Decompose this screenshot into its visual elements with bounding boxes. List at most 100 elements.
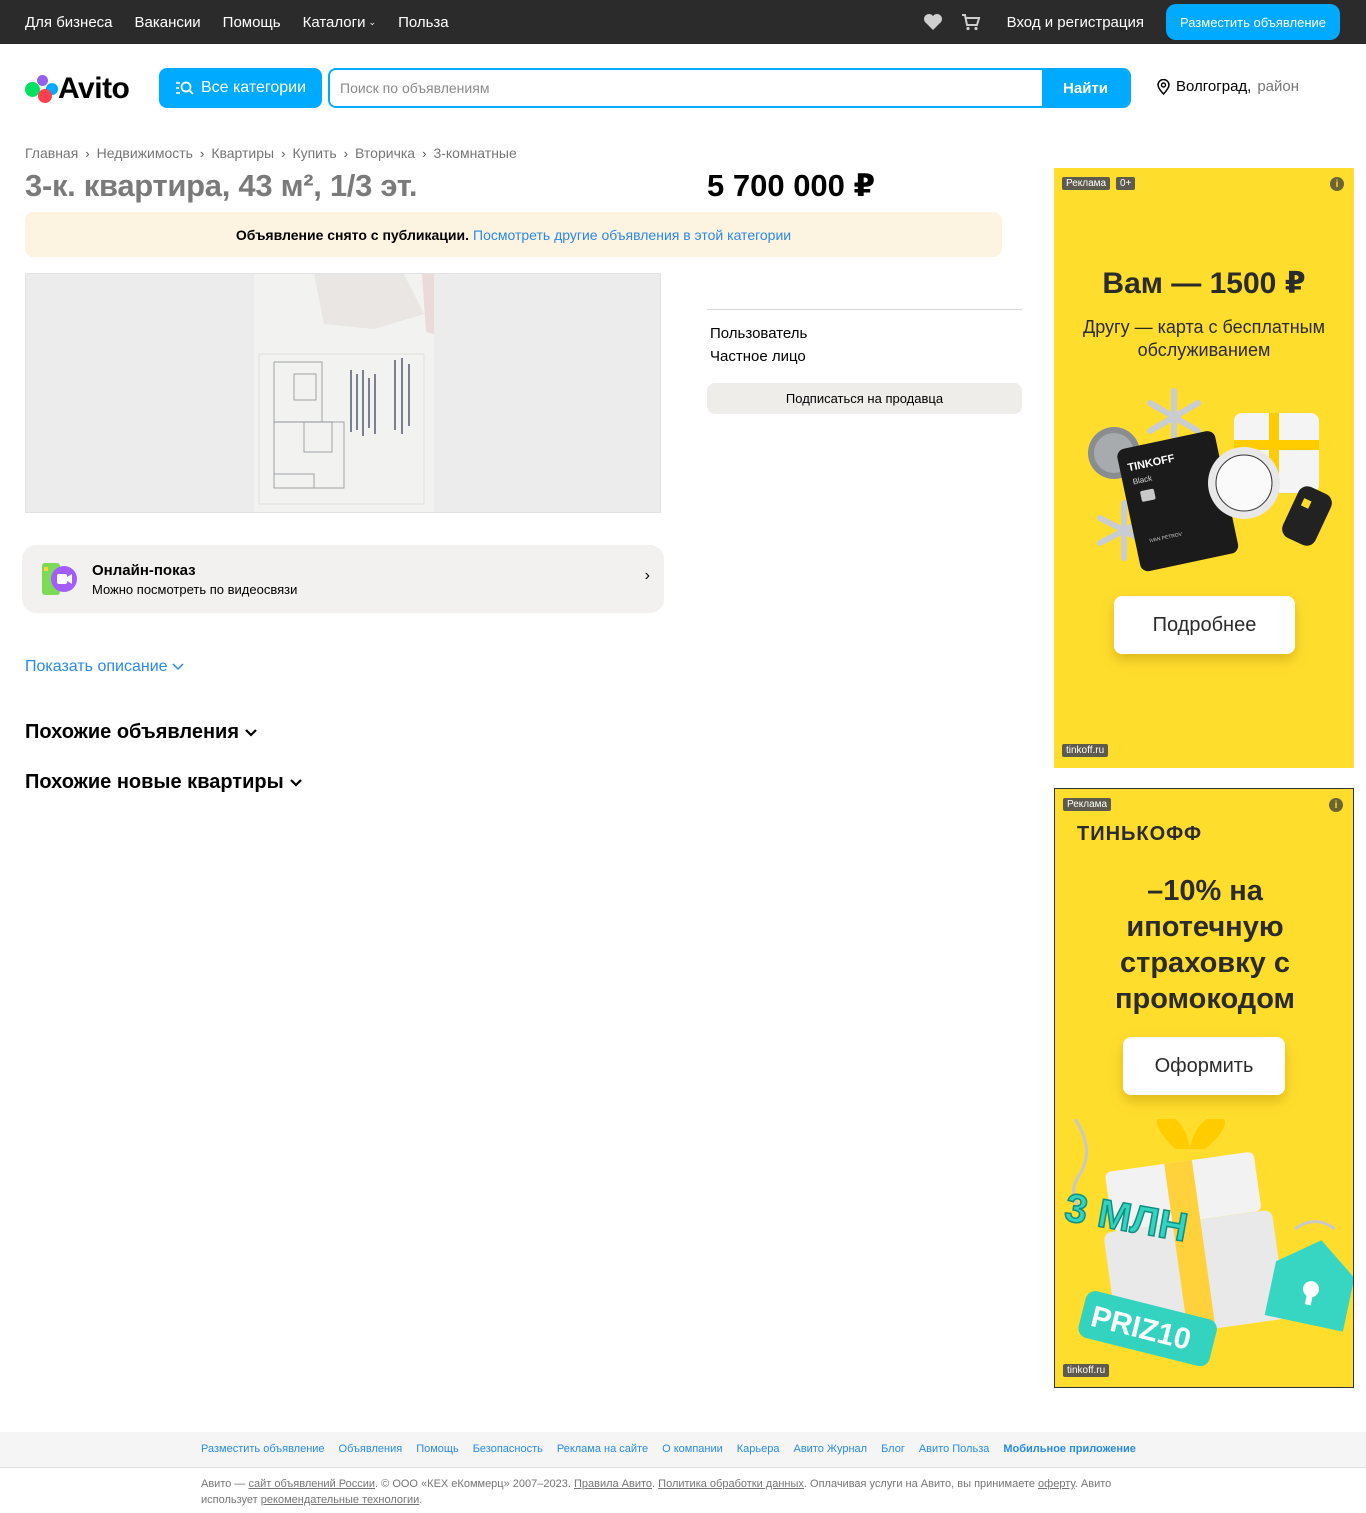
ad-label: Реклама (1062, 177, 1111, 190)
post-ad-button[interactable]: Разместить объявление (1165, 4, 1340, 40)
chevron-down-icon (172, 663, 184, 671)
notice-text: Объявление снято с публикации. (235, 226, 469, 243)
info-icon[interactable]: i (1329, 798, 1343, 812)
floor-plan-photo[interactable] (254, 274, 434, 512)
location-pin-icon (1157, 78, 1170, 95)
breadcrumb-item[interactable]: Вторичка (355, 145, 415, 161)
chevron-down-icon (245, 728, 257, 737)
online-show-title: Онлайн-показ (92, 561, 196, 579)
similar-new-label: Похожие новые квартиры (25, 771, 284, 793)
copyright-part: . © ООО «КЕХ еКоммерц» 2007–2023. (375, 1478, 574, 1490)
footer-link[interactable]: Безопасность (473, 1443, 543, 1455)
nav-catalogs-label: Каталоги (302, 13, 366, 31)
similar-new-toggle[interactable]: Похожие новые квартиры (25, 771, 302, 794)
location-region: район (1257, 78, 1300, 95)
login-link[interactable]: Вход и регистрация (1007, 14, 1144, 31)
ad-domain[interactable]: tinkoff.ru (1063, 1364, 1110, 1377)
similar-ads-toggle[interactable]: Похожие объявления (25, 721, 257, 744)
age-rating-badge: 0+ (1116, 177, 1136, 190)
cart-icon[interactable] (961, 13, 981, 31)
ad-banner-tinkoff-card[interactable]: Реклама 0+ i Вам — 1500 ₽ Другу — карта … (1054, 168, 1354, 768)
footer-link[interactable]: О компании (662, 1443, 723, 1455)
show-description-link[interactable]: Показать описание (25, 658, 184, 676)
notice-link[interactable]: Посмотреть другие объявления в этой кате… (473, 227, 791, 243)
footer-link[interactable]: Карьера (737, 1443, 780, 1455)
copyright-link[interactable]: сайт объявлений России (248, 1478, 375, 1490)
search-button[interactable]: Найти (1042, 70, 1129, 106)
chevron-right-icon: › (422, 145, 427, 161)
top-bar: Для бизнеса Вакансии Помощь Каталоги ⌄ По… (0, 0, 1366, 44)
listing-title: 3-к. квартира, 43 м², 1/3 эт. (25, 168, 418, 203)
all-categories-button[interactable]: Все категории (159, 68, 322, 108)
breadcrumb: Главная › Недвижимость › Квартиры › Купить ›… (25, 145, 517, 161)
copyright-text: Авито — сайт объявлений России. © ООО «К… (201, 1476, 1141, 1508)
breadcrumb-item[interactable]: Квартиры (211, 145, 274, 161)
info-icon[interactable]: i (1330, 177, 1344, 191)
recommendation-tech-link[interactable]: рекомендательные технологии (261, 1494, 420, 1506)
logo-text: Avito (58, 72, 130, 105)
footer-link-mobile-app[interactable]: Мобильное приложение (1003, 1443, 1136, 1455)
logo-dots-icon (25, 74, 58, 104)
ad-apply-button[interactable]: Оформить (1123, 1037, 1285, 1095)
chevron-right-icon: › (281, 145, 286, 161)
location-selector[interactable]: Волгоград, район (1157, 78, 1299, 95)
show-description-label: Показать описание (25, 658, 168, 675)
footer-link[interactable]: Реклама на сайте (557, 1443, 648, 1455)
copyright-part: . Оплачивая услуги на Авито, вы принимае… (803, 1478, 1039, 1490)
nav-benefit[interactable]: Польза (398, 14, 449, 31)
footer-link[interactable]: Разместить объявление (201, 1443, 325, 1455)
avito-logo[interactable]: Avito (25, 72, 130, 106)
breadcrumb-item[interactable]: Недвижимость (97, 145, 193, 161)
footer-links: Разместить объявление Объявления Помощь … (201, 1443, 1136, 1455)
privacy-link[interactable]: Политика обработки данных (658, 1478, 804, 1490)
online-show-subtitle: Можно посмотреть по видеосвязи (92, 581, 298, 597)
footer-link[interactable]: Блог (881, 1443, 905, 1455)
footer-link[interactable]: Помощь (416, 1443, 459, 1455)
copyright-part: Авито — (201, 1478, 249, 1490)
chevron-down-icon: ⌄ (368, 16, 377, 27)
chevron-right-icon: › (343, 145, 349, 161)
nav-business[interactable]: Для бизнеса (25, 14, 113, 31)
nav-help[interactable]: Помощь (223, 14, 281, 31)
footer-link[interactable]: Объявления (339, 1443, 403, 1455)
photo-gallery[interactable] (25, 273, 661, 513)
all-categories-label: Все категории (200, 79, 307, 96)
listing-price: 5 700 000 ₽ (707, 168, 876, 203)
gift-promo-illustration: 3 МЛН PRIZ10 (1055, 1114, 1353, 1369)
breadcrumb-item[interactable]: Купить (292, 145, 336, 161)
ad-banner-tinkoff-insurance[interactable]: Реклама i ТИНЬКОФФ –10% на ипотечную стр… (1054, 788, 1354, 1388)
video-call-icon (40, 561, 80, 597)
ad-headline: Вам — 1500 ₽ (1102, 267, 1306, 300)
nav-catalogs[interactable]: Каталоги ⌄ (303, 14, 376, 31)
unpublished-notice: Объявление снято с публикации. Посмотрет… (25, 212, 1002, 257)
seller-name[interactable]: Пользователь (710, 325, 807, 342)
heart-icon[interactable] (923, 13, 943, 31)
chevron-right-icon: › (644, 567, 650, 584)
seller-divider (707, 309, 1022, 310)
search-bar: Найти (328, 68, 1131, 108)
search-list-icon (175, 81, 194, 95)
offer-link[interactable]: оферту (1038, 1478, 1075, 1490)
breadcrumb-item[interactable]: Главная (25, 145, 78, 161)
location-city: Волгоград, (1176, 78, 1252, 95)
chevron-right-icon: › (199, 145, 205, 161)
footer-link[interactable]: Авито Польза (919, 1443, 990, 1455)
subscribe-seller-button[interactable]: Подписаться на продавца (707, 383, 1022, 414)
ad-subheadline: Другу — карта с бесплатным обслуживанием (1083, 317, 1325, 360)
rules-link[interactable]: Правила Авито (574, 1478, 652, 1490)
footer-link[interactable]: Авито Журнал (794, 1443, 868, 1455)
ad-domain[interactable]: tinkoff.ru (1062, 744, 1109, 757)
breadcrumb-item[interactable]: 3-комнатные (433, 145, 516, 161)
top-nav: Для бизнеса Вакансии Помощь Каталоги ⌄ По… (25, 0, 449, 44)
tinkoff-card-illustration: TINKOFF Black IVAN PETROV (1084, 383, 1334, 573)
ad-more-button[interactable]: Подробнее (1114, 596, 1295, 654)
similar-ads-label: Похожие объявления (25, 721, 240, 743)
chevron-right-icon: › (85, 145, 90, 161)
online-show-card[interactable]: Онлайн-показ Можно посмотреть по видеосв… (22, 545, 664, 613)
chevron-down-icon (289, 778, 302, 787)
search-input[interactable] (330, 70, 1042, 106)
ad-headline: –10% на ипотечную страховку с промокодом (1114, 875, 1295, 1015)
ad-label: Реклама (1063, 798, 1112, 811)
seller-type: Частное лицо (710, 348, 806, 365)
nav-vacancies[interactable]: Вакансии (135, 14, 201, 31)
